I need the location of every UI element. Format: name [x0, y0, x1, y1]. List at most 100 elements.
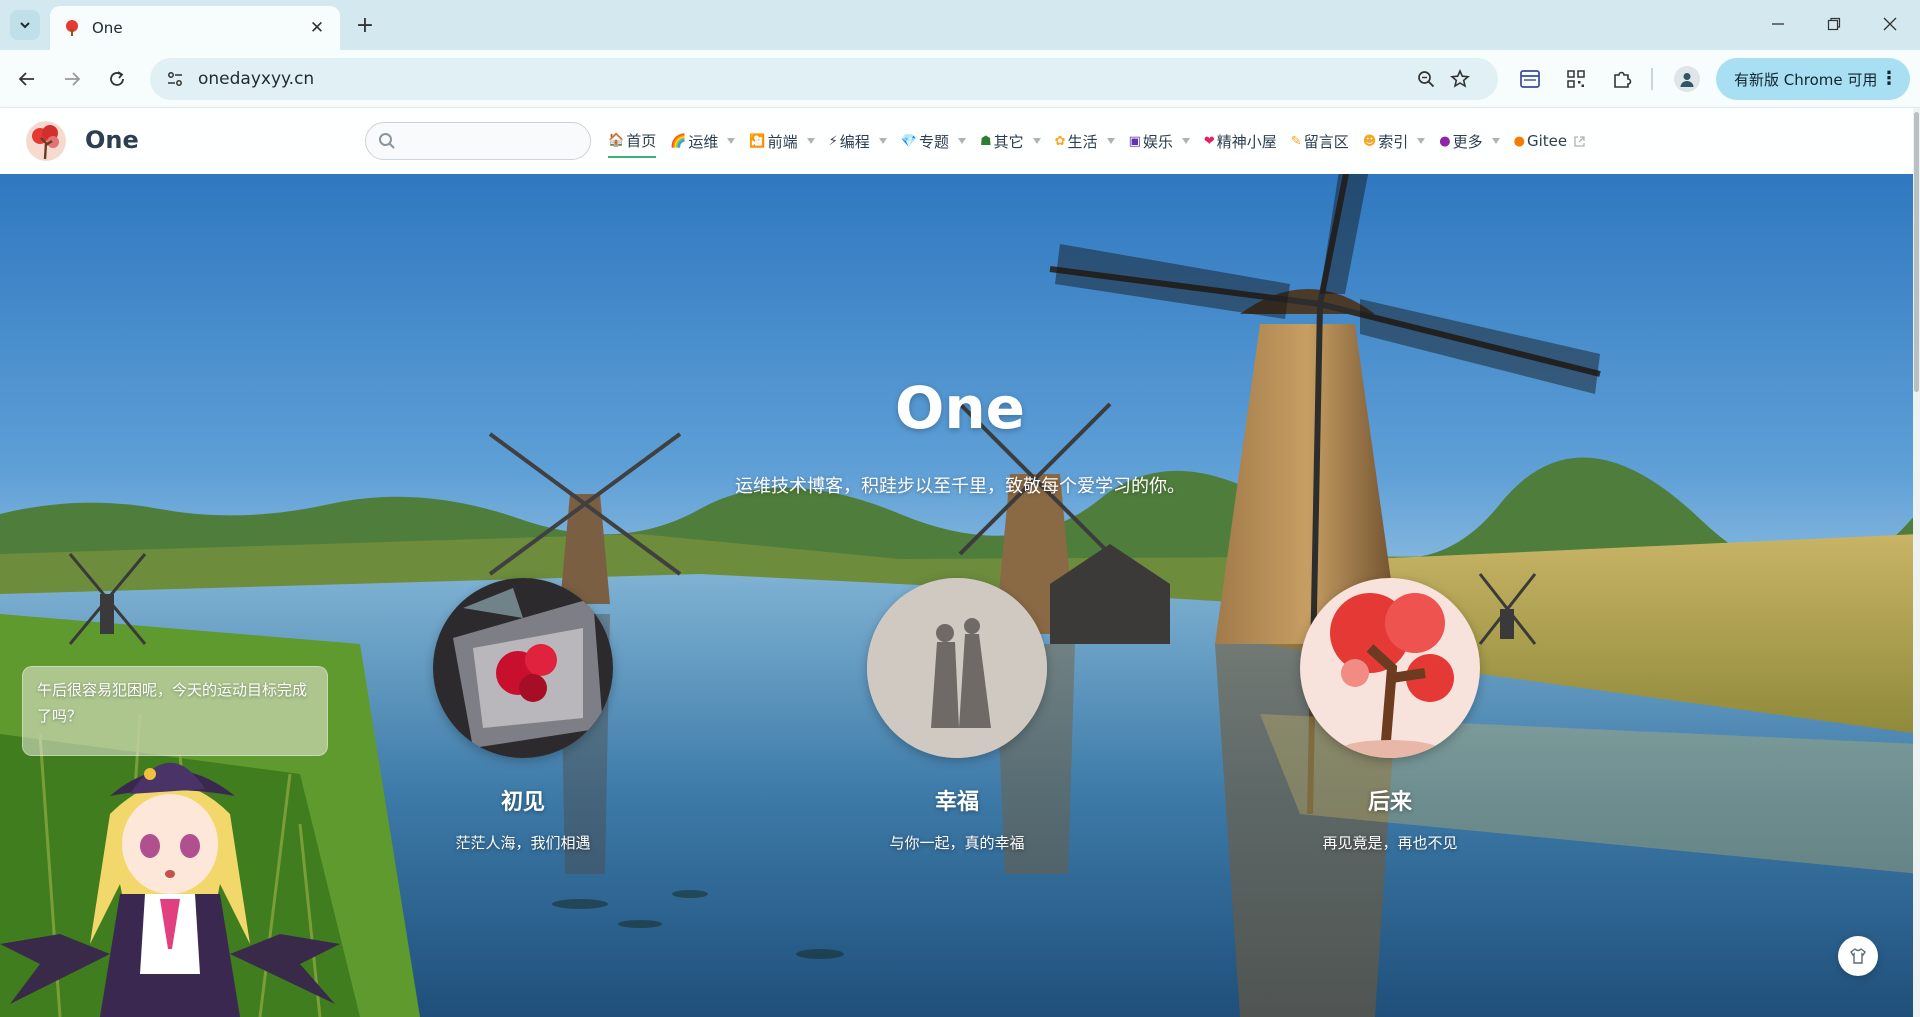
hero-banner: One 运维技术博客，积跬步以至千里，致敬每个爱学习的你。 初见 茫茫人海，我们… [0, 174, 1920, 1017]
hero-title: One [895, 374, 1025, 442]
nav-item-home[interactable]: 🏠 首页 [608, 124, 657, 158]
nav-label: 更多 [1452, 132, 1483, 151]
zoom-icon[interactable] [1414, 67, 1438, 91]
feature-title: 幸福 [934, 790, 979, 815]
address-bar[interactable]: onedayxyy.cn [150, 58, 1498, 100]
gem-icon: 💎 [900, 133, 917, 149]
browser-toolbar: onedayxyy.cn 有新版 Chrome 可用 ⋮ [0, 50, 1920, 108]
ear-icon: ✎ [1290, 133, 1302, 149]
lightning-icon: ⚡ [828, 133, 838, 149]
nav-item-topics[interactable]: 💎 专题 [901, 124, 966, 158]
arrow-left-icon [18, 72, 34, 86]
chrome-update-button[interactable]: 有新版 Chrome 可用 ⋮ [1716, 58, 1910, 100]
restore-icon [1827, 17, 1841, 31]
nav-label: 专题 [918, 132, 949, 151]
arrow-right-icon [65, 72, 81, 86]
sidebar-icon[interactable] [1517, 66, 1543, 92]
back-button[interactable] [10, 62, 44, 96]
tab-search-button[interactable] [10, 10, 40, 40]
browser-tab-bar: One ✕ + [0, 0, 1920, 50]
page-scrollbar-thumb[interactable] [1914, 112, 1919, 392]
update-label: 有新版 Chrome 可用 [1734, 70, 1878, 89]
search-icon [379, 133, 395, 149]
site-search-box[interactable] [365, 122, 591, 160]
nav-item-index[interactable]: ☻ 索引 [1363, 124, 1426, 158]
site-name[interactable]: One [85, 126, 139, 154]
radio-icon: ▣ [1128, 133, 1141, 149]
external-link-icon [1574, 135, 1585, 147]
caret-down-icon [957, 138, 966, 144]
nav-item-gitee[interactable]: ● Gitee [1514, 124, 1586, 158]
chick-icon: ✿ [1054, 133, 1066, 149]
nav-label: 索引 [1378, 132, 1409, 151]
extensions-icon[interactable] [1609, 66, 1635, 92]
cinema-icon: 🎦 [749, 133, 766, 149]
nav-label: 编程 [839, 132, 870, 151]
theme-toggle-button[interactable] [1838, 936, 1878, 976]
nav-item-guestbook[interactable]: ✎ 留言区 [1291, 124, 1349, 158]
rainbow-icon: 🌈 [670, 133, 687, 149]
close-window-button[interactable] [1862, 0, 1918, 48]
clap-icon: ☻ [1362, 133, 1377, 149]
nav-item-programming[interactable]: ⚡ 编程 [829, 124, 887, 158]
browser-tab-active[interactable]: One ✕ [50, 6, 340, 50]
feature-desc: 茫茫人海，我们相遇 [455, 834, 591, 852]
green-cap-icon: ☗ [979, 133, 992, 149]
orange-icon: ● [1513, 133, 1525, 149]
shirt-icon [1850, 948, 1866, 964]
nav-item-entertainment[interactable]: ▣ 娱乐 [1129, 124, 1190, 158]
forward-button[interactable] [55, 62, 89, 96]
minimize-button[interactable] [1750, 0, 1806, 48]
url-text[interactable]: onedayxyy.cn [198, 69, 314, 89]
chrome-menu-icon[interactable]: ⋮ [1880, 68, 1898, 89]
caret-down-icon [727, 138, 736, 144]
bookmark-star-icon[interactable] [1448, 67, 1472, 91]
nav-item-frontend[interactable]: 🎦 前端 [749, 124, 815, 158]
nav-label: 留言区 [1303, 132, 1349, 151]
reload-icon [110, 71, 124, 86]
restore-button[interactable] [1806, 0, 1862, 48]
heart-icon: ❤ [1203, 133, 1215, 149]
minimize-icon [1772, 23, 1784, 25]
caret-down-icon [806, 138, 815, 144]
red-tree-image[interactable] [1300, 578, 1480, 758]
reload-button[interactable] [100, 62, 134, 96]
close-tab-icon[interactable]: ✕ [306, 17, 328, 39]
nav-label: 前端 [767, 132, 798, 151]
new-tab-button[interactable]: + [350, 10, 380, 40]
qr-code-icon[interactable] [1563, 66, 1589, 92]
hero-subtitle: 运维技术博客，积跬步以至千里，致敬每个爱学习的你。 [735, 476, 1185, 497]
caret-down-icon [1106, 138, 1115, 144]
wine-glass-icon: ● [1439, 133, 1451, 149]
close-icon [1883, 17, 1897, 31]
couple-shadow-image[interactable] [867, 578, 1047, 758]
roses-bouquet-image[interactable] [433, 578, 613, 758]
nav-item-more[interactable]: ● 更多 [1439, 124, 1500, 158]
toolbar-divider [1651, 68, 1653, 90]
nav-label: 娱乐 [1142, 132, 1173, 151]
nav-label: 精神小屋 [1216, 132, 1277, 151]
nav-item-ops[interactable]: 🌈 运维 [670, 124, 736, 158]
caret-down-icon [878, 138, 887, 144]
feature-title: 后来 [1367, 790, 1412, 815]
nav-label: 运维 [688, 132, 719, 151]
anime-mascot-character[interactable] [0, 734, 340, 1017]
nav-label: Gitee [1527, 132, 1568, 150]
profile-avatar-icon[interactable] [1674, 66, 1700, 92]
nav-item-spirit-house[interactable]: ❤ 精神小屋 [1204, 124, 1277, 158]
site-search-input[interactable] [402, 132, 572, 150]
site-main-nav: 🏠 首页 🌈 运维 🎦 前端 ⚡ 编程 💎 专题 ☗ 其它 ✿ 生活 ▣ 娱乐 … [608, 108, 1600, 174]
caret-down-icon [1032, 138, 1041, 144]
nav-label: 其它 [993, 132, 1024, 151]
site-info-icon[interactable] [164, 68, 186, 90]
feature-title: 初见 [500, 790, 545, 815]
feature-desc: 与你一起，真的幸福 [889, 834, 1025, 852]
nav-label: 首页 [626, 131, 657, 150]
caret-down-icon [1491, 138, 1500, 144]
nav-item-other[interactable]: ☗ 其它 [980, 124, 1041, 158]
caret-down-icon [1417, 138, 1426, 144]
site-navbar: One 🏠 首页 🌈 运维 🎦 前端 ⚡ 编程 💎 专题 ☗ 其它 ✿ 生活 ▣… [0, 108, 1920, 174]
chevron-down-icon [20, 22, 30, 29]
nav-item-life[interactable]: ✿ 生活 [1055, 124, 1115, 158]
site-logo[interactable] [26, 121, 66, 161]
